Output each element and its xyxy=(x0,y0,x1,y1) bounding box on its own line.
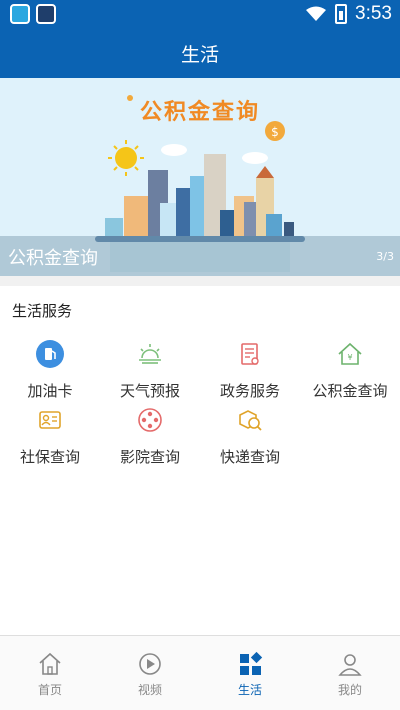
page-title: 生活 xyxy=(180,43,219,66)
banner-title: 公积金查询 xyxy=(139,100,260,125)
nav-video[interactable]: 视频 xyxy=(100,636,200,710)
sun-icon xyxy=(115,147,137,169)
service-gas-card[interactable]: 加油卡 xyxy=(0,340,100,401)
life-grid-icon xyxy=(240,651,263,675)
service-label: 加油卡 xyxy=(27,382,73,400)
service-label: 社保查询 xyxy=(19,448,80,466)
service-express[interactable]: 快递查询 xyxy=(200,406,300,467)
cloud-left xyxy=(161,144,187,156)
weather-icon xyxy=(139,344,161,364)
section-title: 生活服务 xyxy=(12,302,73,320)
svg-text:¥: ¥ xyxy=(347,353,352,362)
app-notification-icon xyxy=(10,4,30,24)
nav-life[interactable]: 生活 xyxy=(200,636,300,710)
status-bar: 3:53 xyxy=(0,0,400,28)
service-cinema[interactable]: 影院查询 xyxy=(100,406,200,467)
app-header: 生活 xyxy=(0,28,400,78)
status-time: 3:53 xyxy=(355,3,392,24)
nav-label: 生活 xyxy=(237,683,262,697)
service-government[interactable]: 政务服务 xyxy=(200,340,300,401)
gas-card-icon xyxy=(36,340,64,368)
svg-text:$: $ xyxy=(271,125,279,139)
banner-caption: 公积金查询 xyxy=(8,248,98,269)
express-search-icon xyxy=(239,410,262,431)
wifi-icon xyxy=(306,6,327,21)
cinema-reel-icon xyxy=(138,408,162,432)
cloud-right xyxy=(242,152,268,164)
service-label: 天气预报 xyxy=(119,382,180,400)
service-social-security[interactable]: 社保查询 xyxy=(0,406,100,467)
service-label: 快递查询 xyxy=(219,448,280,466)
banner-carousel[interactable]: $ 公积金查询 公积金查询 3/3 xyxy=(0,78,400,276)
nav-home[interactable]: 首页 xyxy=(0,636,100,710)
bottom-navigation: 首页 视频 生活 我的 xyxy=(0,635,400,710)
social-security-icon xyxy=(39,411,61,429)
profile-icon xyxy=(338,654,362,676)
housing-fund-icon: ¥ xyxy=(338,342,362,365)
nav-profile[interactable]: 我的 xyxy=(300,636,400,710)
home-icon xyxy=(39,652,61,675)
nav-label: 首页 xyxy=(37,683,62,697)
nav-label: 视频 xyxy=(137,683,162,697)
government-doc-icon xyxy=(241,343,259,365)
service-label: 政务服务 xyxy=(219,382,280,400)
gallery-notification-icon xyxy=(36,4,56,24)
banner-page-indicator: 3/3 xyxy=(376,250,394,263)
service-weather[interactable]: 天气预报 xyxy=(100,340,200,401)
banner-caption-bar: 公积金查询 3/3 xyxy=(0,236,400,276)
section-divider xyxy=(0,276,400,286)
service-label: 公积金查询 xyxy=(312,382,388,400)
battery-icon xyxy=(335,4,348,24)
service-label: 影院查询 xyxy=(119,448,180,466)
service-housing-fund[interactable]: ¥ 公积金查询 xyxy=(300,340,400,401)
video-play-icon xyxy=(139,653,161,675)
nav-label: 我的 xyxy=(337,683,362,697)
